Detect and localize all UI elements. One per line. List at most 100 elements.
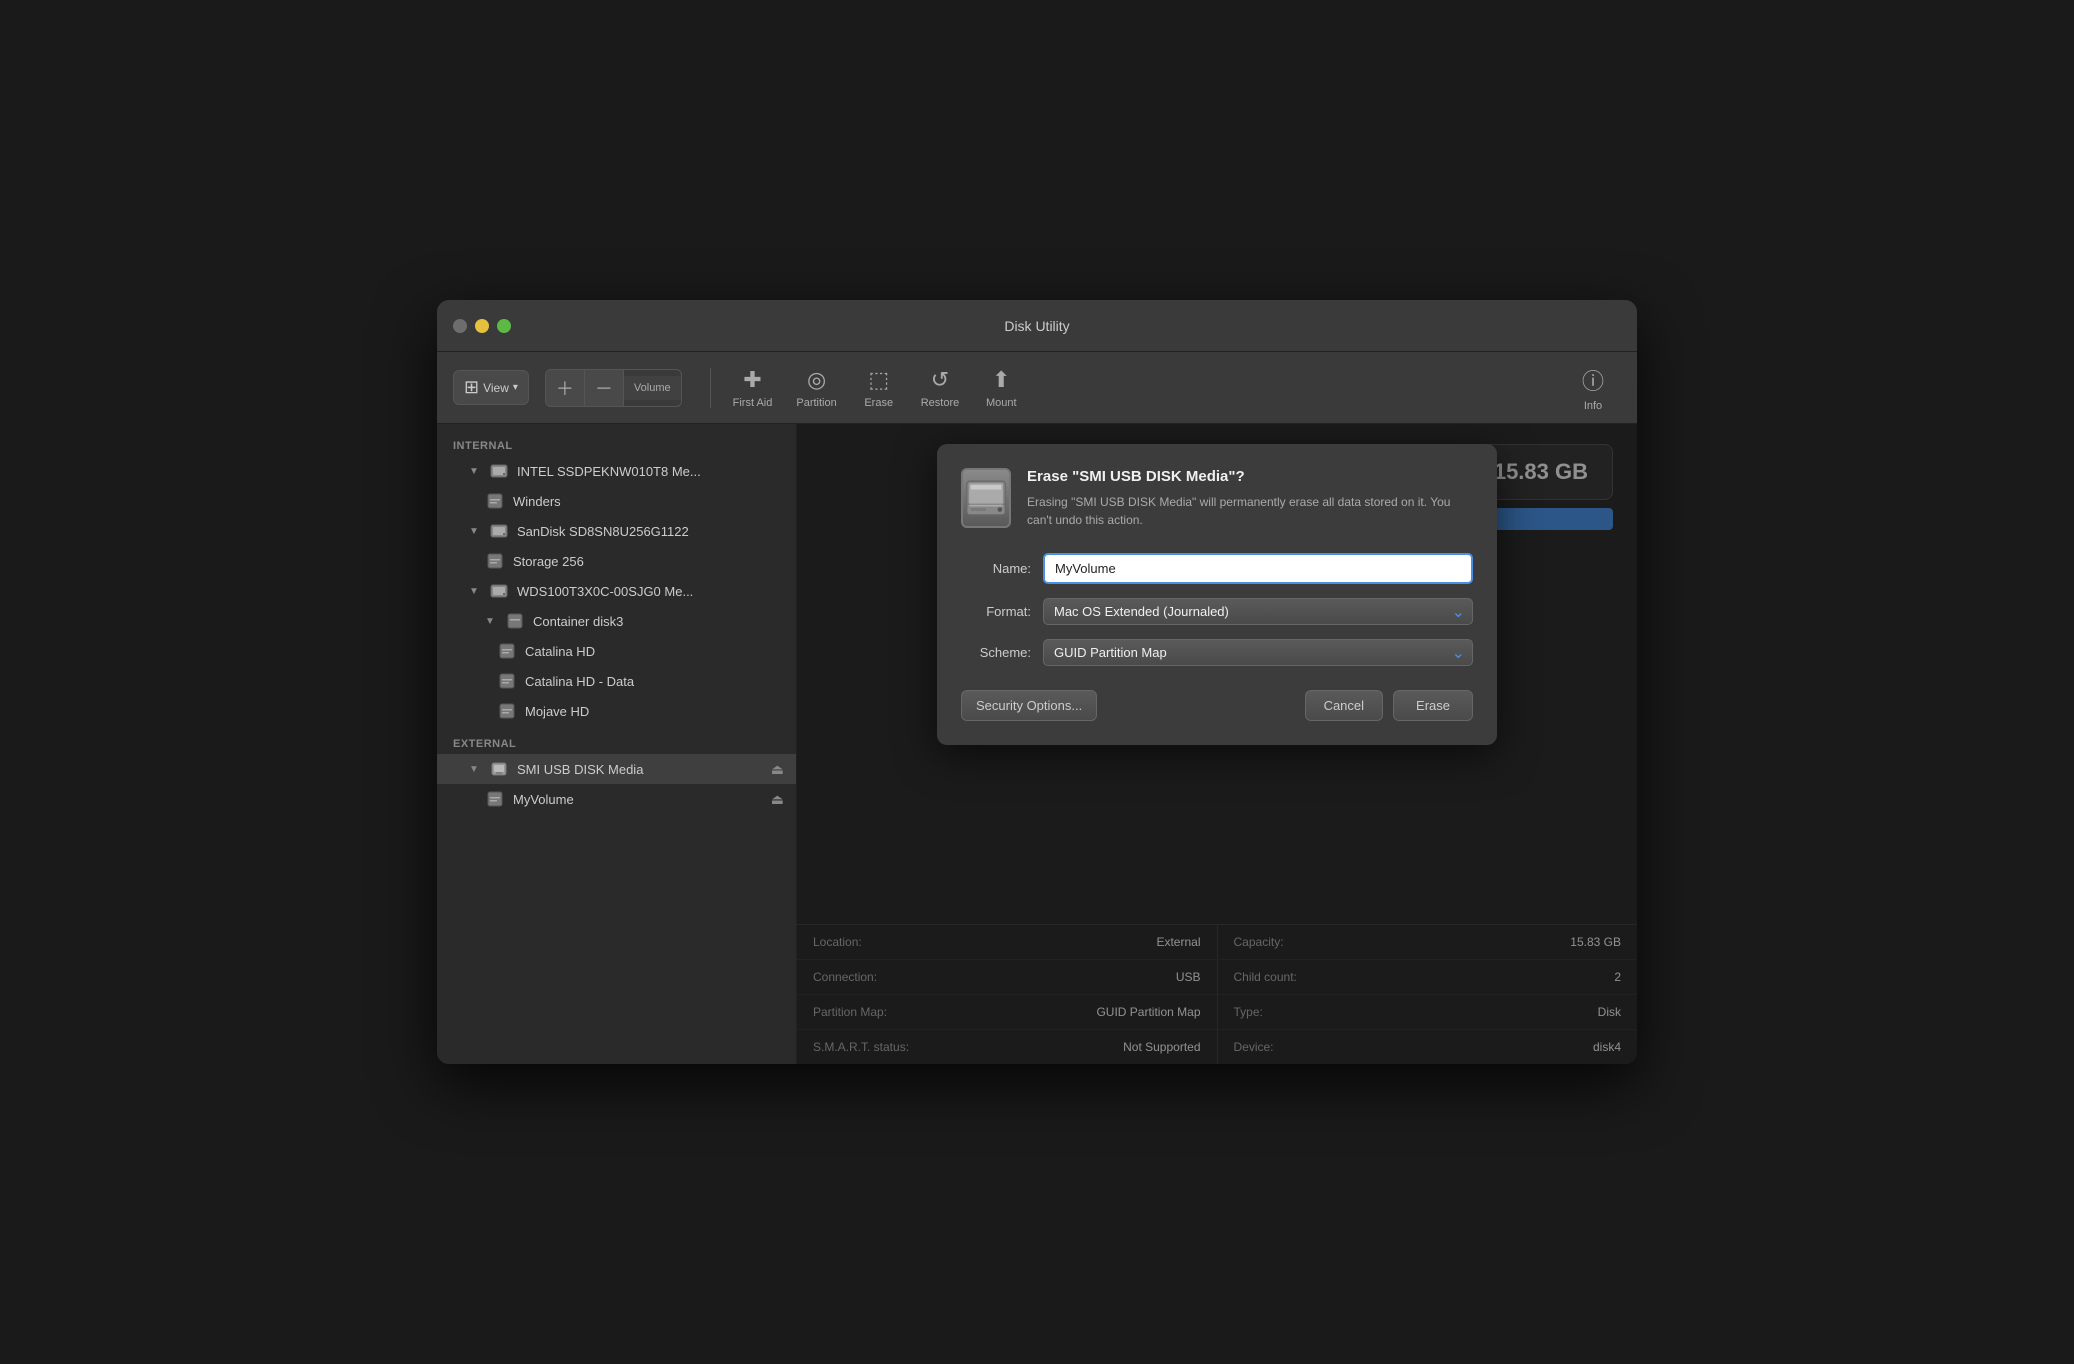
sidebar-item-winders-label: Winders xyxy=(513,494,561,509)
volume-icon4 xyxy=(497,671,517,691)
format-select-wrapper: Mac OS Extended (Journaled) Mac OS Exten… xyxy=(1043,598,1473,625)
sidebar-item-wds100[interactable]: ▼ WDS100T3X0C-00SJG0 Me... xyxy=(437,576,796,606)
partition-icon: ◎ xyxy=(807,367,826,393)
scheme-select-wrapper: GUID Partition Map Master Boot Record Ap… xyxy=(1043,639,1473,666)
action-buttons: Cancel Erase xyxy=(1305,690,1473,721)
content-area: 15.83 GB Location: External xyxy=(797,424,1637,1064)
traffic-lights xyxy=(453,319,511,333)
erase-toolbar-label: Erase xyxy=(864,397,893,409)
dialog-backdrop: Erase "SMI USB DISK Media"? Erasing "SMI… xyxy=(797,424,1637,1064)
form-row-format: Format: Mac OS Extended (Journaled) Mac … xyxy=(961,598,1473,625)
format-label: Format: xyxy=(961,604,1031,619)
sidebar-item-container-disk3-label: Container disk3 xyxy=(533,614,623,629)
volume-label: Volume xyxy=(624,376,681,400)
view-button[interactable]: ⊞ View ▾ xyxy=(453,370,529,405)
volume-group: ＋ － Volume xyxy=(545,369,682,407)
erase-button[interactable]: Erase xyxy=(1393,690,1473,721)
form-row-name: Name: xyxy=(961,553,1473,584)
info-label: Info xyxy=(1584,400,1602,412)
restore-label: Restore xyxy=(921,397,960,409)
toolbar: ⊞ View ▾ ＋ － Volume ✚ First Aid ◎ Partit… xyxy=(437,352,1637,424)
sidebar-item-winders[interactable]: Winders xyxy=(437,486,796,516)
sidebar-item-storage256-label: Storage 256 xyxy=(513,554,584,569)
name-label: Name: xyxy=(961,561,1031,576)
erase-toolbar-button[interactable]: ⬚ Erase xyxy=(851,361,907,415)
chevron-icon5: ▼ xyxy=(469,764,481,775)
name-input[interactable] xyxy=(1043,553,1473,584)
security-options-button[interactable]: Security Options... xyxy=(961,690,1097,721)
mount-label: Mount xyxy=(986,397,1017,409)
erase-icon: ⬚ xyxy=(868,367,889,393)
volume-icon6 xyxy=(485,789,505,809)
external-section-label: External xyxy=(437,734,796,754)
container-icon xyxy=(505,611,525,631)
eject-icon2[interactable]: ⏏ xyxy=(771,791,784,808)
chevron-icon2: ▼ xyxy=(469,526,481,537)
chevron-icon4: ▼ xyxy=(485,616,497,627)
volume-icon xyxy=(485,491,505,511)
form-row-scheme: Scheme: GUID Partition Map Master Boot R… xyxy=(961,639,1473,666)
sidebar-item-intel-ssd-label: INTEL SSDPEKNW010T8 Me... xyxy=(517,464,701,479)
cancel-button[interactable]: Cancel xyxy=(1305,690,1383,721)
sidebar-item-catalina-hd-data[interactable]: Catalina HD - Data xyxy=(437,666,796,696)
volume-icon3 xyxy=(497,641,517,661)
sidebar-icon: ⊞ xyxy=(464,377,479,398)
toolbar-separator xyxy=(710,368,711,408)
title-bar: Disk Utility xyxy=(437,300,1637,352)
sidebar-item-container-disk3[interactable]: ▼ Container disk3 xyxy=(437,606,796,636)
mount-button[interactable]: ⬆ Mount xyxy=(973,361,1029,415)
sidebar: Internal ▼ INTEL SSDPEKNW010T8 Me... xyxy=(437,424,797,1064)
sidebar-item-catalina-hd-label: Catalina HD xyxy=(525,644,595,659)
chevron-icon: ▼ xyxy=(469,466,481,477)
partition-label: Partition xyxy=(796,397,836,409)
chevron-icon3: ▼ xyxy=(469,586,481,597)
dialog-actions: Security Options... Cancel Erase xyxy=(961,690,1473,721)
chevron-down-icon: ▾ xyxy=(513,382,518,393)
volume-icon5 xyxy=(497,701,517,721)
mount-icon: ⬆ xyxy=(992,367,1010,393)
info-button[interactable]: ⓘ Info xyxy=(1565,358,1621,418)
sidebar-item-myvolume-label: MyVolume xyxy=(513,792,574,807)
sidebar-item-catalina-hd-data-label: Catalina HD - Data xyxy=(525,674,634,689)
view-label: View xyxy=(483,381,509,395)
sidebar-item-sandisk-label: SanDisk SD8SN8U256G1122 xyxy=(517,524,689,539)
maximize-button[interactable] xyxy=(497,319,511,333)
minimize-button[interactable] xyxy=(475,319,489,333)
partition-button[interactable]: ◎ Partition xyxy=(786,361,846,415)
dialog-title: Erase "SMI USB DISK Media"? xyxy=(1027,468,1473,485)
app-window: Disk Utility ⊞ View ▾ ＋ － Volume ✚ First… xyxy=(437,300,1637,1064)
remove-volume-button[interactable]: － xyxy=(585,370,623,406)
dialog-header: Erase "SMI USB DISK Media"? Erasing "SMI… xyxy=(961,468,1473,529)
first-aid-label: First Aid xyxy=(733,397,773,409)
sidebar-item-sandisk[interactable]: ▼ SanDisk SD8SN8U256G1122 xyxy=(437,516,796,546)
sidebar-item-intel-ssd[interactable]: ▼ INTEL SSDPEKNW010T8 Me... xyxy=(437,456,796,486)
restore-icon: ↺ xyxy=(931,367,949,393)
sidebar-item-smi-usb-label: SMI USB DISK Media xyxy=(517,762,643,777)
drive-icon3 xyxy=(489,581,509,601)
drive-icon xyxy=(489,461,509,481)
scheme-select[interactable]: GUID Partition Map Master Boot Record Ap… xyxy=(1043,639,1473,666)
scheme-label: Scheme: xyxy=(961,645,1031,660)
sidebar-item-mojave-hd-label: Mojave HD xyxy=(525,704,589,719)
sidebar-item-mojave-hd[interactable]: Mojave HD xyxy=(437,696,796,726)
sidebar-item-catalina-hd[interactable]: Catalina HD xyxy=(437,636,796,666)
add-volume-button[interactable]: ＋ xyxy=(546,370,584,406)
first-aid-button[interactable]: ✚ First Aid xyxy=(723,361,783,415)
sidebar-item-storage256[interactable]: Storage 256 xyxy=(437,546,796,576)
volume-icon2 xyxy=(485,551,505,571)
erase-dialog: Erase "SMI USB DISK Media"? Erasing "SMI… xyxy=(937,444,1497,745)
close-button[interactable] xyxy=(453,319,467,333)
dialog-description: Erasing "SMI USB DISK Media" will perman… xyxy=(1027,493,1473,529)
format-select[interactable]: Mac OS Extended (Journaled) Mac OS Exten… xyxy=(1043,598,1473,625)
dialog-form: Name: Format: Mac OS Extended (Journaled… xyxy=(961,553,1473,666)
window-title: Disk Utility xyxy=(1004,318,1069,334)
usb-drive-icon xyxy=(489,759,509,779)
info-icon: ⓘ xyxy=(1582,364,1604,396)
sidebar-item-myvolume[interactable]: MyVolume ⏏ xyxy=(437,784,796,814)
disk-image-icon xyxy=(961,468,1011,528)
restore-button[interactable]: ↺ Restore xyxy=(911,361,970,415)
sidebar-item-smi-usb[interactable]: ▼ SMI USB DISK Media ⏏ xyxy=(437,754,796,784)
dialog-text: Erase "SMI USB DISK Media"? Erasing "SMI… xyxy=(1027,468,1473,529)
eject-icon[interactable]: ⏏ xyxy=(771,761,784,778)
internal-section-label: Internal xyxy=(437,436,796,456)
